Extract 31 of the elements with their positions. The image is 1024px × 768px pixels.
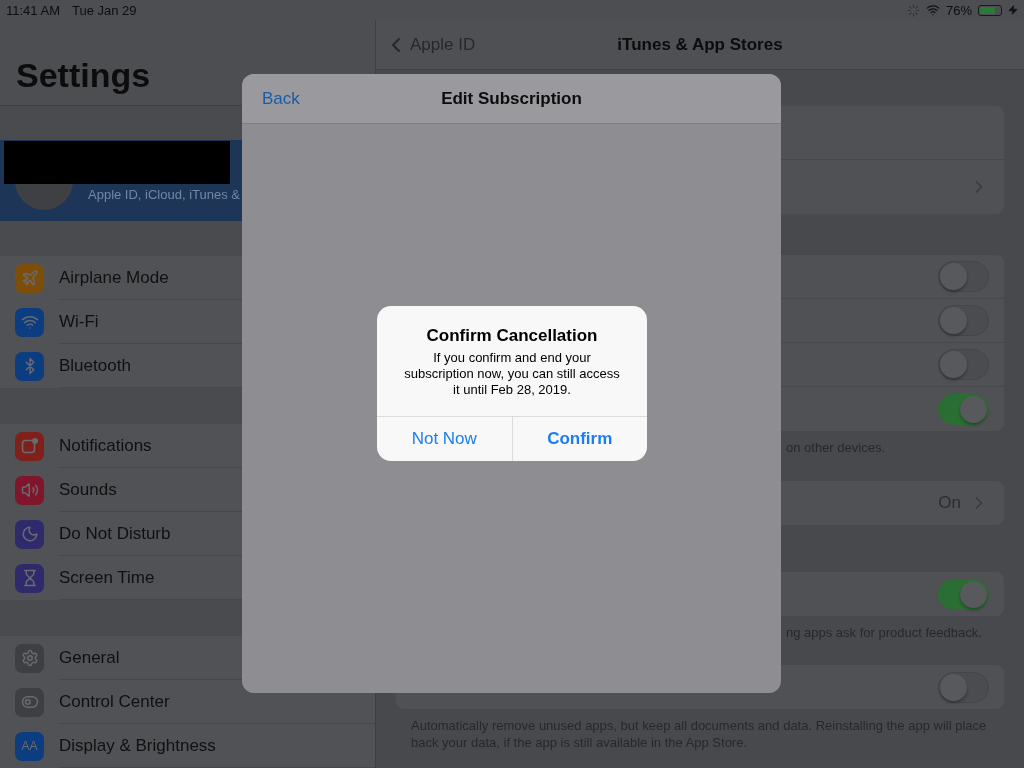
alert-title: Confirm Cancellation xyxy=(425,326,599,346)
text-size-icon: AA xyxy=(21,739,38,753)
status-date: Tue Jan 29 xyxy=(71,2,137,18)
notification-icon xyxy=(20,437,39,455)
speaker-icon xyxy=(20,481,39,499)
sheet-title: Edit Subscription xyxy=(441,88,582,109)
settings-icon xyxy=(20,649,39,667)
airplane-icon xyxy=(20,269,39,287)
battery-icon xyxy=(978,4,1002,16)
toggle-switch[interactable] xyxy=(938,671,989,703)
status-time: 11:41 AM xyxy=(6,2,60,18)
toggles-icon xyxy=(20,693,39,711)
wifi-icon xyxy=(20,313,39,331)
alert-button[interactable]: Not Now xyxy=(377,417,512,461)
battery-percent: 76% xyxy=(945,2,972,18)
toggle-switch[interactable] xyxy=(938,305,989,336)
activity-icon xyxy=(906,3,920,17)
charging-icon xyxy=(1008,5,1018,15)
toggle-switch[interactable] xyxy=(938,261,989,292)
setting-item[interactable]: Display & Brightness xyxy=(59,724,375,768)
settings-title: Settings xyxy=(16,56,151,95)
wifi-icon xyxy=(925,3,940,17)
moon-icon xyxy=(20,525,39,543)
toggle-switch[interactable] xyxy=(938,349,989,380)
page-title: iTunes & App Stores xyxy=(617,34,783,55)
account-subtitle: Apple ID, iCloud, iTunes & xyxy=(88,187,240,202)
alert-button[interactable]: Confirm xyxy=(511,417,647,461)
alert-message: If you confirm and end your subscription now, you can still access it until Feb 28, 2019. xyxy=(403,350,621,398)
back-button[interactable]: Back xyxy=(262,88,300,109)
toggle-switch[interactable] xyxy=(938,578,989,610)
toggle-switch[interactable] xyxy=(938,393,989,425)
